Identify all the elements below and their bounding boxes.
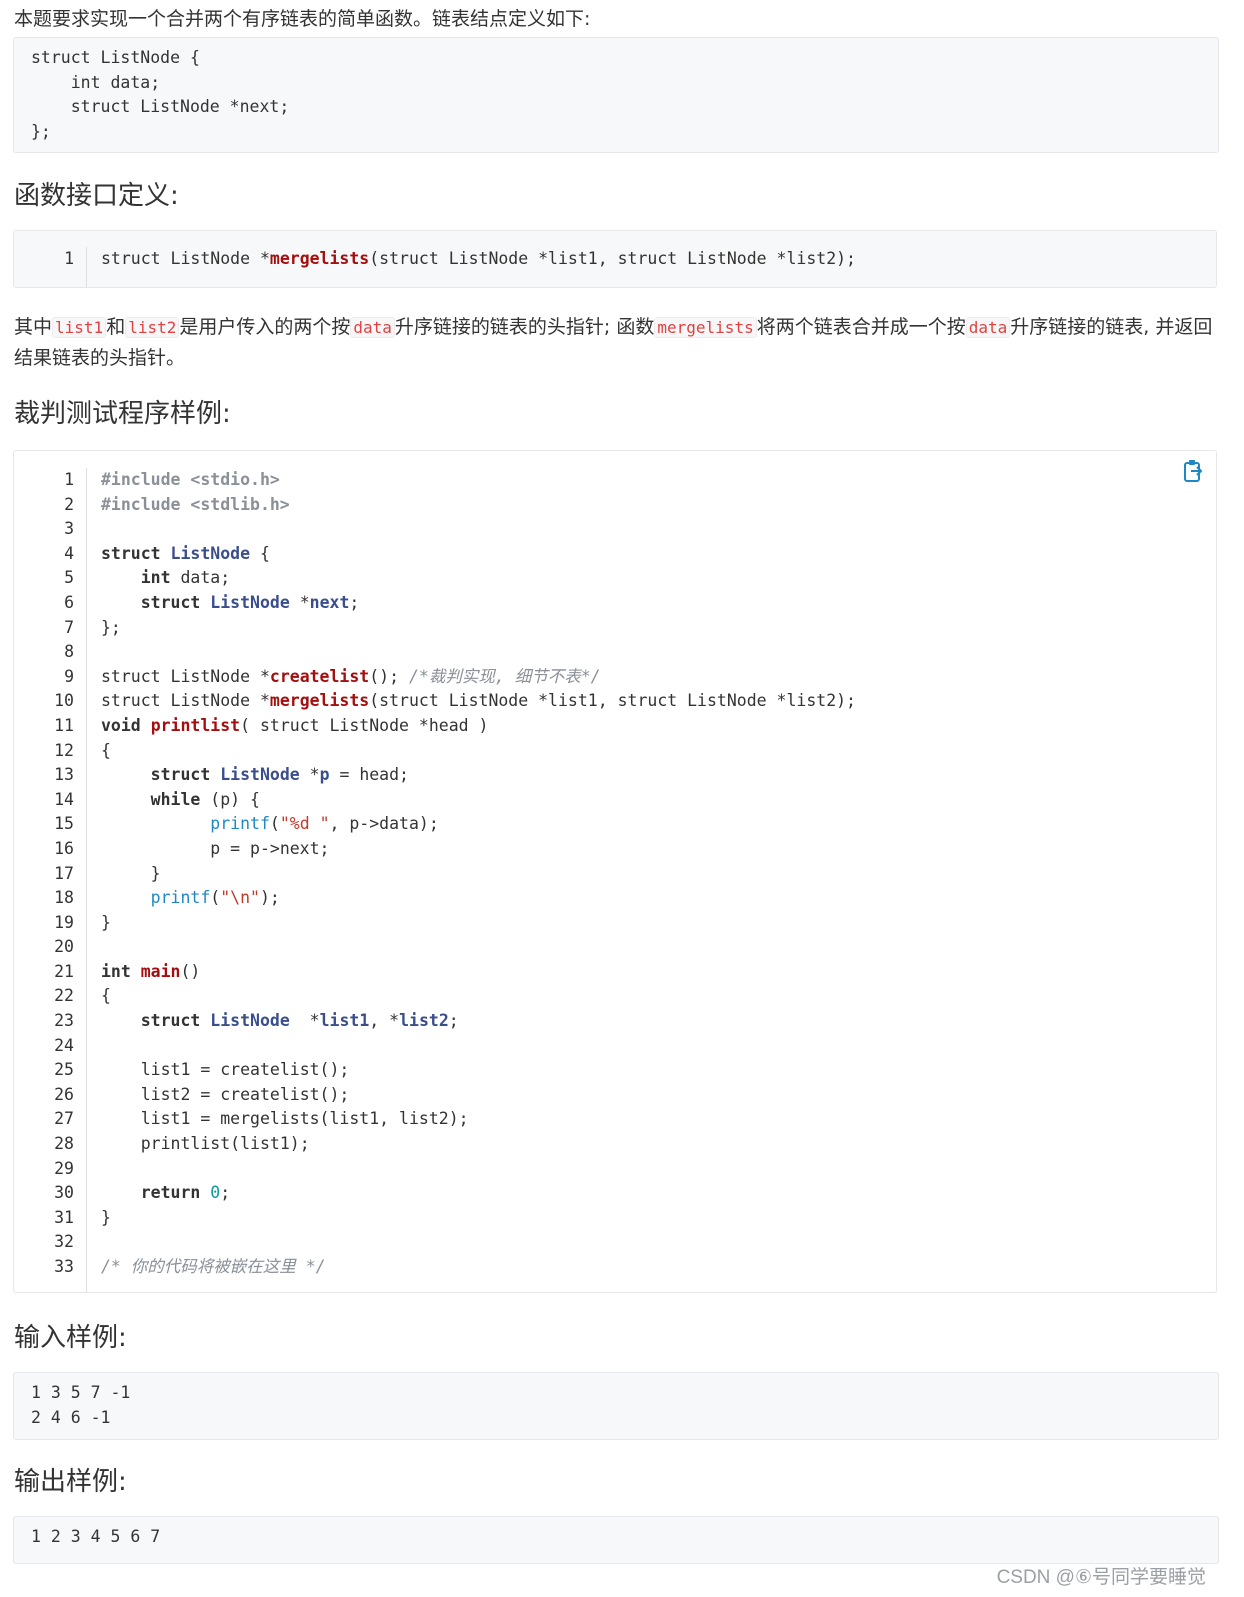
line-number: 18 (54, 888, 74, 908)
line-number: 1 (64, 249, 74, 268)
output-sample-block: 1 2 3 4 5 6 7 (13, 1516, 1219, 1564)
line-number: 4 (64, 543, 74, 563)
input-sample[interactable]: 1 3 5 7 -1 2 4 6 -1 (14, 1373, 1218, 1438)
line-number: 31 (54, 1207, 74, 1227)
intro-text: 本题要求实现一个合并两个有序链表的简单函数。链表结点定义如下: (14, 8, 591, 30)
line-number: 9 (64, 666, 74, 686)
struct-code[interactable]: struct ListNode { int data; struct ListN… (14, 38, 1218, 152)
line-number: 30 (54, 1183, 74, 1203)
line-number: 33 (54, 1257, 74, 1276)
line-number: 13 (54, 765, 74, 785)
clipboard-copy-icon[interactable] (1183, 459, 1203, 483)
heading-judge: 裁判测试程序样例: (14, 399, 231, 429)
line-number: 15 (54, 814, 74, 834)
line-number-gutter: 1 2 3 4 5 6 7 8 9 10 11 12 13 14 15 16 17 18 19 20 21 22 23 24 2… (14, 468, 87, 1292)
heading-output: 输出样例: (14, 1467, 127, 1497)
inline-code: mergelists (654, 317, 757, 338)
line-number: 28 (54, 1134, 74, 1154)
watermark: CSDN @⑥号同学要睡觉 (996, 1567, 1206, 1588)
line-number: 7 (64, 617, 74, 637)
line-number: 10 (54, 691, 74, 711)
line-number: 20 (54, 937, 74, 957)
line-number: 17 (54, 863, 74, 883)
line-number: 23 (54, 1011, 74, 1031)
interface-code[interactable]: struct ListNode *mergelists(struct ListN… (87, 247, 1216, 287)
line-number-gutter: 1 (14, 247, 87, 287)
judge-code-block: 1 2 3 4 5 6 7 8 9 10 11 12 13 14 15 16 17 18 19 20 21 22 23 24 2… (13, 450, 1217, 1293)
line-number: 19 (54, 912, 74, 932)
struct-code-block: struct ListNode { int data; struct ListN… (13, 37, 1219, 153)
inline-code: list2 (125, 317, 180, 338)
line-number: 29 (54, 1158, 74, 1178)
line-number: 5 (64, 568, 74, 588)
inline-code: data (965, 317, 1011, 338)
line-number: 24 (54, 1035, 74, 1055)
line-number: 11 (54, 715, 74, 735)
line-number: 32 (54, 1232, 74, 1252)
line-number: 12 (54, 740, 74, 760)
heading-input: 输入样例: (14, 1323, 127, 1353)
judge-code[interactable]: #include <stdio.h> #include <stdlib.h> s… (87, 468, 1216, 1292)
line-number: 22 (54, 986, 74, 1006)
inline-code: list1 (52, 317, 107, 338)
inline-code: data (350, 317, 395, 338)
line-number: 16 (54, 838, 74, 858)
input-sample-block: 1 3 5 7 -1 2 4 6 -1 (13, 1372, 1219, 1440)
description-text: 其中 list1 和 list2 是用户传入的两个按 data 升序链接的链表的头指针; 函… (14, 316, 1213, 369)
interface-code-block: 1 struct ListNode *mergelists(struct Lis… (13, 230, 1217, 288)
heading-interface: 函数接口定义: (14, 181, 179, 211)
line-number: 21 (54, 961, 74, 981)
line-number: 3 (64, 519, 74, 539)
line-number: 1 (64, 470, 74, 489)
line-number: 25 (54, 1060, 74, 1080)
line-number: 8 (64, 642, 74, 662)
output-sample[interactable]: 1 2 3 4 5 6 7 (14, 1517, 1218, 1558)
line-number: 6 (64, 592, 74, 612)
line-number: 26 (54, 1084, 74, 1104)
line-number: 27 (54, 1109, 74, 1129)
line-number: 14 (54, 789, 74, 809)
line-number: 2 (64, 494, 74, 514)
